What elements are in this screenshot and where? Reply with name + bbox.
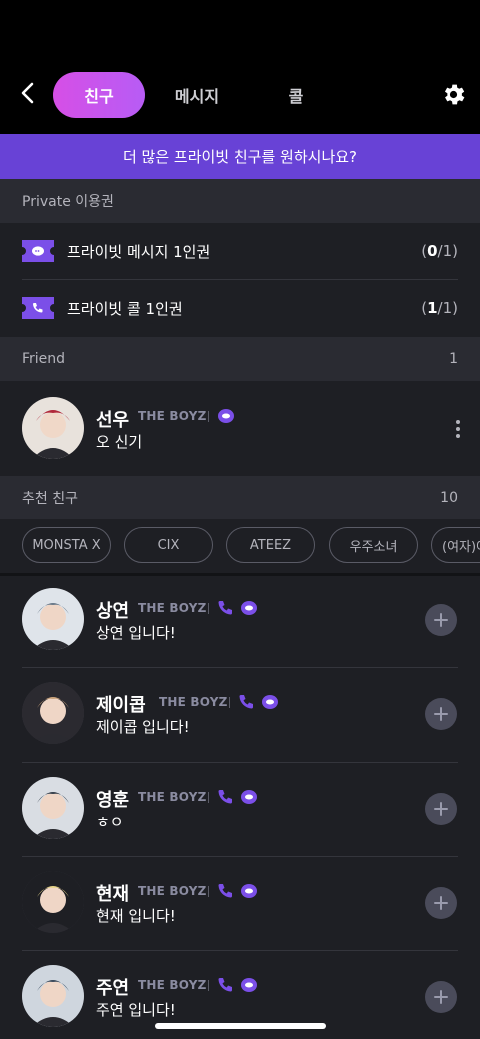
- friend-name: 현재: [96, 883, 130, 905]
- chip-cosmic-girls[interactable]: 우주소녀: [329, 527, 418, 563]
- message-icon[interactable]: [217, 407, 235, 425]
- separator: [208, 603, 209, 614]
- avatar[interactable]: [22, 870, 84, 933]
- avatar[interactable]: [22, 965, 84, 1028]
- divider: [22, 667, 458, 669]
- group-name: THE BOYZ: [138, 883, 207, 898]
- message-icon[interactable]: [261, 693, 279, 711]
- message-icon[interactable]: [240, 788, 258, 806]
- message-icon[interactable]: [240, 599, 258, 617]
- divider: [0, 573, 480, 576]
- friend-status: 오 신기: [96, 433, 143, 451]
- call-ticket-icon: [22, 297, 54, 319]
- add-friend-button[interactable]: [425, 792, 457, 825]
- message-ticket-icon: [22, 240, 54, 262]
- phone-icon[interactable]: [216, 976, 234, 994]
- section-title: Private 이용권: [22, 194, 114, 210]
- plus-icon: [434, 707, 448, 722]
- phone-icon[interactable]: [216, 882, 234, 900]
- group-filter-chips: MONSTA X CIX ATEEZ 우주소녀 (여자)아이들: [0, 519, 480, 573]
- tab-friends[interactable]: 친구: [53, 72, 145, 118]
- plus-icon: [434, 990, 448, 1005]
- avatar[interactable]: [22, 397, 84, 459]
- promo-banner[interactable]: 더 많은 프라이빗 친구를 원하시나요?: [0, 134, 480, 179]
- ticket-label: 프라이빗 메시지 1인권: [67, 242, 211, 261]
- separator: [208, 885, 209, 897]
- chip-gidle[interactable]: (여자)아이들: [431, 527, 480, 563]
- plus-icon: [434, 801, 448, 816]
- ticket-label: 프라이빗 콜 1인권: [67, 299, 183, 318]
- divider: [22, 855, 458, 857]
- ticket-row-call[interactable]: 프라이빗 콜 1인권 (1/1): [0, 280, 480, 336]
- plus-icon: [434, 613, 448, 627]
- phone-icon[interactable]: [216, 599, 234, 617]
- back-arrow-icon[interactable]: [14, 78, 42, 108]
- divider: [22, 761, 458, 763]
- friend-status: ㅎㅇ: [96, 812, 124, 831]
- chip-cix[interactable]: CIX: [124, 527, 213, 563]
- friend-name: 주연: [96, 978, 130, 1000]
- group-name: THE BOYZ: [138, 978, 207, 993]
- ticket-count: (1/1): [421, 299, 458, 317]
- friend-status: 현재 입니다!: [96, 906, 176, 925]
- tab-calls[interactable]: 콜: [270, 72, 322, 118]
- group-name: THE BOYZ: [138, 789, 207, 804]
- promo-text: 더 많은 프라이빗 친구를 원하시나요?: [122, 148, 358, 166]
- ticket-count: (0/1): [421, 242, 458, 260]
- recommend-count: 10: [440, 490, 458, 506]
- separator: [208, 980, 209, 992]
- top-bar: 친구 메시지 콜: [0, 0, 480, 134]
- chip-monsta-x[interactable]: MONSTA X: [22, 527, 111, 563]
- friend-name: 제이콥: [96, 695, 146, 717]
- friend-name: 영훈: [96, 789, 130, 811]
- chip-ateez[interactable]: ATEEZ: [226, 527, 315, 563]
- group-name: THE BOYZ: [159, 695, 228, 710]
- phone-icon[interactable]: [237, 693, 255, 711]
- plus-icon: [434, 895, 448, 910]
- friend-name: 상연: [96, 601, 130, 622]
- friend-count: 1: [449, 351, 458, 367]
- message-icon[interactable]: [240, 882, 258, 900]
- group-name: THE BOYZ: [138, 601, 207, 615]
- avatar[interactable]: [22, 776, 84, 839]
- section-title: Friend: [22, 351, 66, 367]
- gear-icon[interactable]: [440, 81, 467, 108]
- divider: [22, 950, 458, 952]
- more-options-icon[interactable]: [452, 418, 464, 440]
- separator: [208, 791, 209, 803]
- message-icon[interactable]: [240, 976, 258, 994]
- add-friend-button[interactable]: [425, 698, 457, 731]
- add-friend-button[interactable]: [425, 981, 457, 1014]
- home-indicator[interactable]: [155, 1023, 326, 1029]
- phone-icon[interactable]: [216, 788, 234, 806]
- separator: [208, 411, 209, 422]
- friend-status: 주연 입니다!: [96, 1001, 176, 1020]
- tab-messages[interactable]: 메시지: [160, 72, 234, 118]
- separator: [229, 697, 230, 709]
- friend-name: 선우: [96, 410, 130, 431]
- section-title: 추천 친구: [22, 491, 78, 507]
- ticket-row-message[interactable]: 프라이빗 메시지 1인권 (0/1): [0, 223, 480, 279]
- avatar[interactable]: [22, 682, 84, 745]
- friend-status: 상연 입니다!: [96, 624, 176, 642]
- friend-status: 제이콥 입니다!: [96, 718, 190, 737]
- private-section-header: Private 이용권: [0, 179, 480, 223]
- avatar[interactable]: [22, 588, 84, 650]
- group-name: THE BOYZ: [138, 409, 207, 423]
- add-friend-button[interactable]: [425, 886, 457, 919]
- add-friend-button[interactable]: [425, 604, 457, 636]
- friend-section-header: Friend 1: [0, 337, 480, 381]
- recommend-section-header: 추천 친구 10: [0, 476, 480, 520]
